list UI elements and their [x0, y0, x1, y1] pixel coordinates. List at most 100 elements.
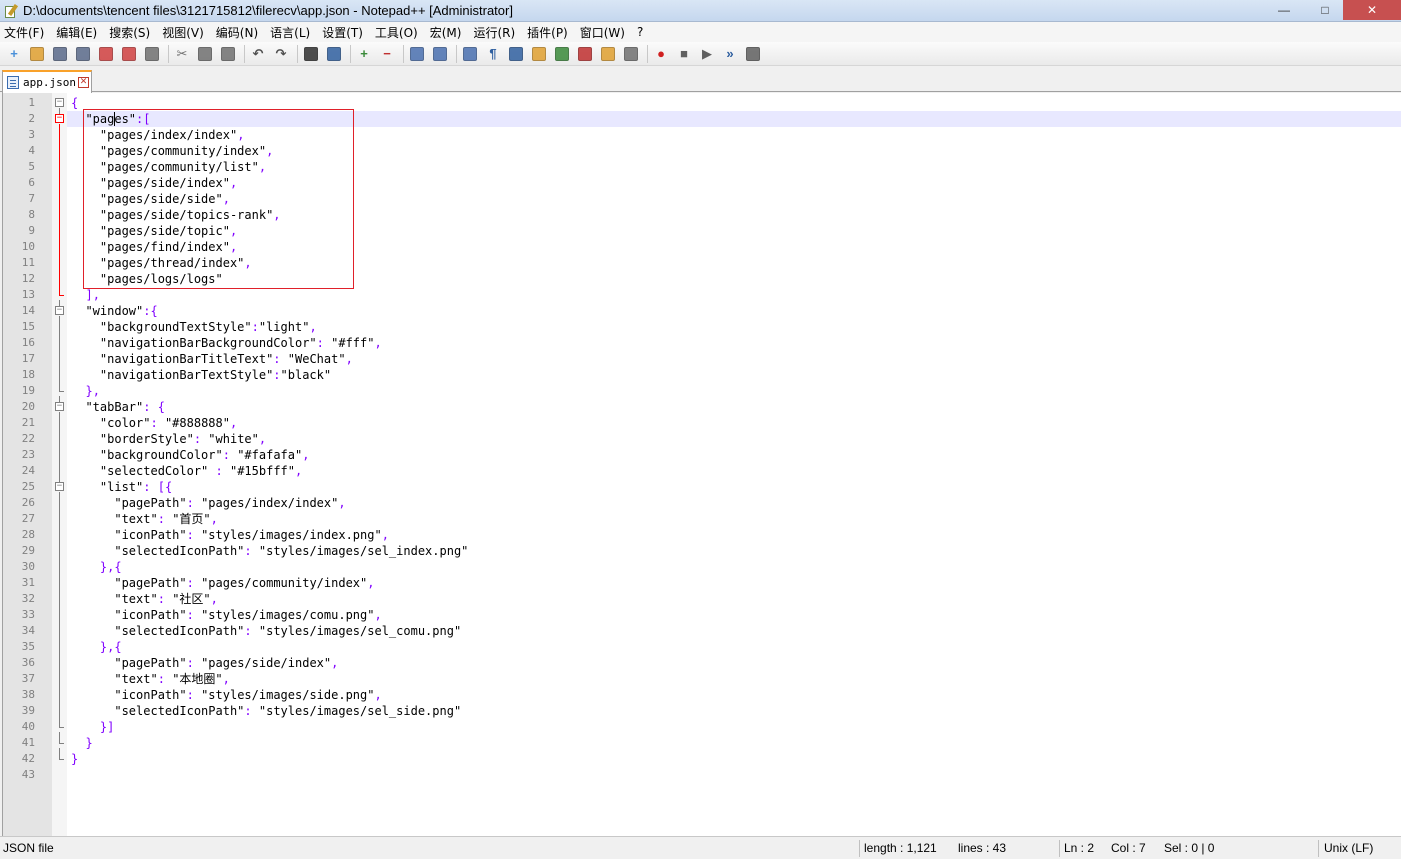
minimize-button[interactable]: — — [1261, 0, 1307, 20]
line-number: 6 — [28, 176, 35, 189]
close-all-button[interactable] — [119, 44, 139, 64]
copy-button[interactable] — [195, 44, 215, 64]
code-line[interactable]: "navigationBarTextStyle":"black" — [67, 367, 1401, 383]
menu-item[interactable]: 文件(F) — [4, 24, 44, 41]
function-list-button[interactable] — [575, 44, 595, 64]
menu-item[interactable]: 搜索(S) — [109, 24, 150, 41]
redo-button[interactable]: ↷ — [271, 44, 291, 64]
user-language-button[interactable] — [529, 44, 549, 64]
zoom-out-button[interactable]: − — [377, 44, 397, 64]
code-line[interactable]: }, — [67, 383, 1401, 399]
line-number: 18 — [21, 368, 35, 381]
fold-toggle-icon[interactable]: − — [55, 402, 64, 411]
undo-button[interactable]: ↶ — [248, 44, 268, 64]
editor[interactable]: 1 2 3 4 5 6 7 8 9 10 11 12 13 14 15 16 17 18 19 20 21 22 23 24 2… — [2, 93, 1401, 836]
menu-item[interactable]: 编辑(E) — [56, 24, 97, 41]
close-window-button[interactable]: ✕ — [1343, 0, 1401, 20]
play-macro-button[interactable]: ▶ — [697, 44, 717, 64]
save-all-button[interactable] — [73, 44, 93, 64]
fold-toggle-icon[interactable]: − — [55, 306, 64, 315]
code-line[interactable]: } — [67, 735, 1401, 751]
menu-item[interactable]: 编码(N) — [216, 24, 258, 41]
code-line[interactable]: "iconPath": "styles/images/comu.png", — [67, 607, 1401, 623]
zoom-in-button[interactable]: + — [354, 44, 374, 64]
indent-guide-button[interactable] — [506, 44, 526, 64]
fold-toggle-icon[interactable]: − — [55, 482, 64, 491]
close-file-button[interactable] — [96, 44, 116, 64]
doc-map-button[interactable] — [552, 44, 572, 64]
stop-record-button[interactable]: ■ — [674, 44, 694, 64]
code-line[interactable]: "borderStyle": "white", — [67, 431, 1401, 447]
line-number: 32 — [21, 592, 35, 605]
code-line[interactable]: "navigationBarTitleText": "WeChat", — [67, 351, 1401, 367]
paste-button[interactable] — [218, 44, 238, 64]
folder-workspace-button[interactable] — [598, 44, 618, 64]
code-area[interactable]: { "pages":[ "pages/index/index", "pages/… — [67, 93, 1401, 836]
fold-margin[interactable]: − − − − − — [52, 93, 67, 836]
code-line[interactable]: "pagePath": "pages/index/index", — [67, 495, 1401, 511]
fold-toggle-icon[interactable]: − — [55, 114, 64, 123]
menu-item[interactable]: 视图(V) — [162, 24, 204, 41]
code-line-text: "selectedIconPath": "styles/images/sel_i… — [114, 544, 469, 558]
open-file-icon — [30, 46, 44, 61]
play-multiple-button[interactable]: » — [720, 44, 740, 64]
new-file-button[interactable]: + — [4, 44, 24, 64]
cut-button[interactable]: ✂ — [172, 44, 192, 64]
code-line[interactable]: },{ — [67, 639, 1401, 655]
code-line[interactable]: "pagePath": "pages/community/index", — [67, 575, 1401, 591]
find-button[interactable] — [301, 44, 321, 64]
maximize-button[interactable]: □ — [1307, 0, 1343, 20]
code-line[interactable]: "tabBar": { — [67, 399, 1401, 415]
code-line[interactable]: "text": "本地圈", — [67, 671, 1401, 687]
code-line[interactable]: "list": [{ — [67, 479, 1401, 495]
record-macro-button[interactable]: ● — [651, 44, 671, 64]
code-line[interactable]: "text": "社区", — [67, 591, 1401, 607]
replace-button[interactable] — [324, 44, 344, 64]
menu-item[interactable]: 插件(P) — [527, 24, 568, 41]
tab-app-json[interactable]: app.json ✕ — [2, 70, 92, 93]
code-line[interactable]: "text": "首页", — [67, 511, 1401, 527]
menu-item[interactable]: 语言(L) — [270, 24, 310, 41]
code-line-text: "selectedIconPath": "styles/images/sel_s… — [114, 704, 462, 718]
code-line[interactable]: "selectedIconPath": "styles/images/sel_s… — [67, 703, 1401, 719]
code-line[interactable]: "selectedColor" : "#15bfff", — [67, 463, 1401, 479]
code-line[interactable]: "iconPath": "styles/images/index.png", — [67, 527, 1401, 543]
word-wrap-button[interactable] — [460, 44, 480, 64]
code-line[interactable]: "color": "#888888", — [67, 415, 1401, 431]
open-file-button[interactable] — [27, 44, 47, 64]
code-line[interactable]: ], — [67, 287, 1401, 303]
code-line[interactable]: "backgroundTextStyle":"light", — [67, 319, 1401, 335]
code-line[interactable]: "pagePath": "pages/side/index", — [67, 655, 1401, 671]
menu-item[interactable]: 工具(O) — [375, 24, 418, 41]
code-line[interactable]: },{ — [67, 559, 1401, 575]
fold-end-marker — [59, 727, 64, 728]
function-list-icon — [578, 46, 592, 61]
code-line[interactable]: } — [67, 751, 1401, 767]
code-line-text: "selectedIconPath": "styles/images/sel_c… — [114, 624, 462, 638]
code-line[interactable]: "backgroundColor": "#fafafa", — [67, 447, 1401, 463]
code-line[interactable]: "navigationBarBackgroundColor": "#fff", — [67, 335, 1401, 351]
toolbar-separator — [168, 44, 169, 63]
sync-horizontal-button[interactable] — [430, 44, 450, 64]
code-line[interactable]: }] — [67, 719, 1401, 735]
menu-item[interactable]: 宏(M) — [430, 24, 462, 41]
save-macro-button[interactable] — [743, 44, 763, 64]
sync-vertical-button[interactable] — [407, 44, 427, 64]
save-button[interactable] — [50, 44, 70, 64]
print-button[interactable] — [142, 44, 162, 64]
code-line[interactable]: "selectedIconPath": "styles/images/sel_c… — [67, 623, 1401, 639]
close-tab-icon[interactable]: ✕ — [77, 77, 89, 88]
fold-toggle-icon[interactable]: − — [55, 98, 64, 107]
code-line[interactable]: "selectedIconPath": "styles/images/sel_i… — [67, 543, 1401, 559]
user-language-icon — [532, 46, 546, 61]
code-line[interactable] — [67, 767, 1401, 783]
menu-item[interactable]: 运行(R) — [473, 24, 515, 41]
menu-item[interactable]: ? — [637, 25, 643, 39]
show-all-chars-button[interactable]: ¶ — [483, 44, 503, 64]
menu-item[interactable]: 设置(T) — [322, 24, 363, 41]
monitoring-button[interactable] — [621, 44, 641, 64]
code-line[interactable]: "window":{ — [67, 303, 1401, 319]
code-line[interactable]: "iconPath": "styles/images/side.png", — [67, 687, 1401, 703]
code-line-text: } — [71, 752, 79, 766]
menu-item[interactable]: 窗口(W) — [580, 24, 625, 41]
